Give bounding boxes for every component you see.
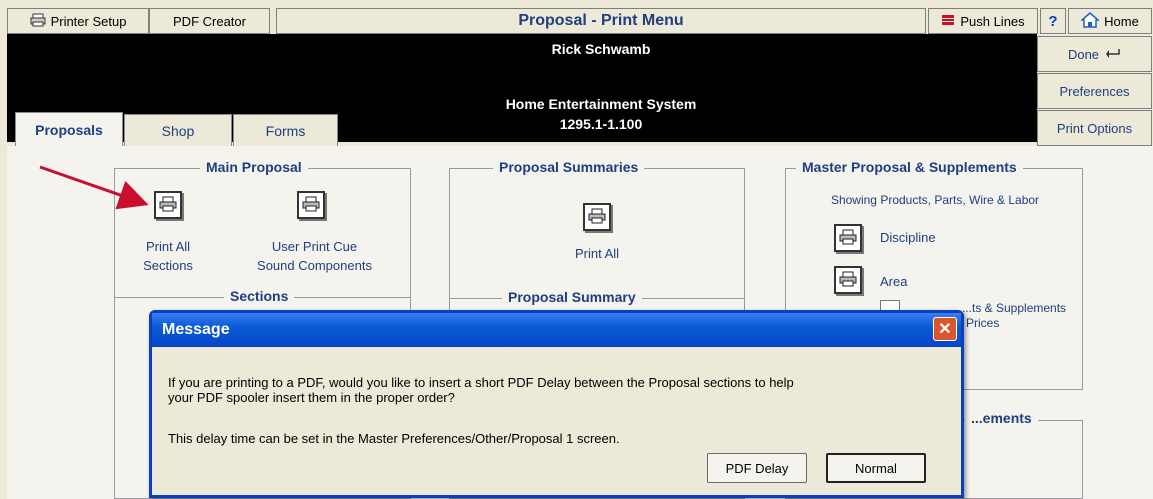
close-icon[interactable]: ✕ — [933, 317, 957, 341]
message-dialog: Message ✕ If you are printing to a PDF, … — [149, 310, 964, 498]
normal-label: Normal — [855, 460, 897, 476]
dialog-title: Message — [162, 321, 230, 338]
dialog-line2: your PDF spooler insert them in the prop… — [168, 390, 455, 405]
pdf-delay-button[interactable]: PDF Delay — [707, 453, 807, 483]
dialog-line1: If you are printing to a PDF, would you … — [168, 375, 794, 390]
pdf-delay-label: PDF Delay — [725, 460, 789, 476]
arrow-to-print-all — [39, 165, 149, 210]
normal-button[interactable]: Normal — [826, 453, 926, 483]
dialog-titlebar[interactable]: Message — [152, 313, 961, 347]
dialog-line3: This delay time can be set in the Master… — [168, 431, 620, 446]
